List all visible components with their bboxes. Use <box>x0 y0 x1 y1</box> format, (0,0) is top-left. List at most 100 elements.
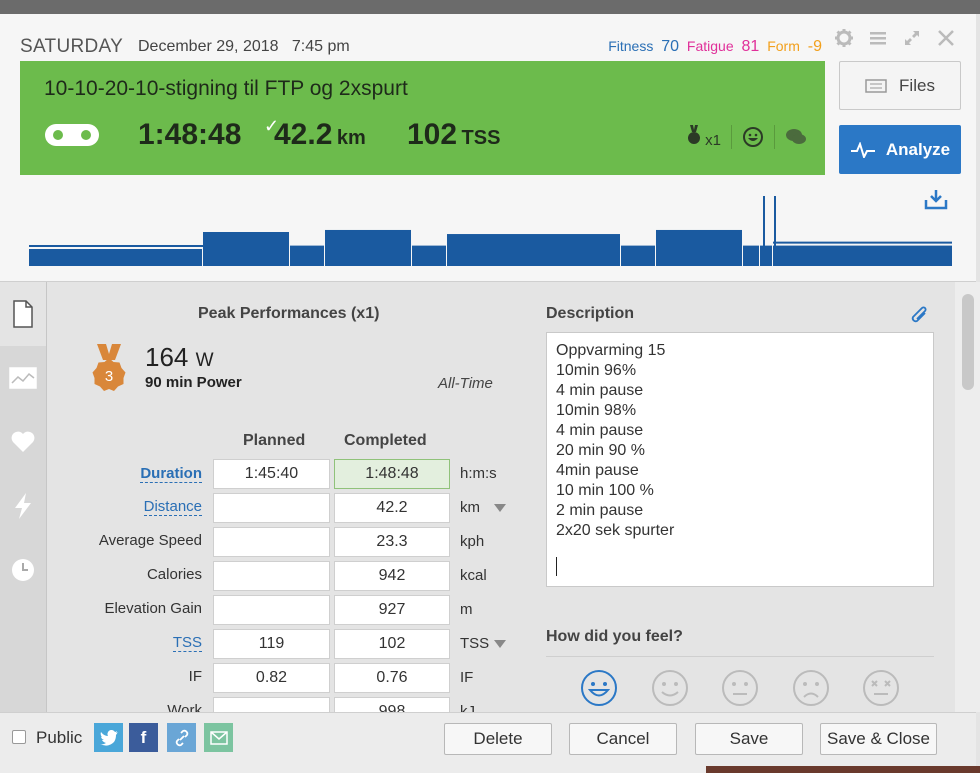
twitter-icon[interactable] <box>94 723 123 752</box>
fatigue-label: Fatigue <box>686 38 734 54</box>
tss-label[interactable]: TSS <box>172 634 202 652</box>
interval-bar[interactable] <box>447 234 620 266</box>
dead-face-icon[interactable] <box>862 669 900 707</box>
description-line: 4 min pause <box>556 382 644 399</box>
public-checkbox[interactable] <box>12 730 26 744</box>
date-time: December 29, 2018 7:45 pm <box>138 38 350 56</box>
fitness-value: 70 <box>661 38 680 55</box>
interval-bar[interactable] <box>773 245 952 266</box>
scrollbar[interactable] <box>955 282 980 712</box>
average-speed-completed-field[interactable]: 23.3 <box>334 527 450 557</box>
fitness-metrics: Fitness 70 Fatigue 81 Form -9 <box>604 38 822 56</box>
distance-label[interactable]: Distance <box>143 498 202 516</box>
bike-icon <box>45 124 99 146</box>
scrollbar-thumb[interactable] <box>962 294 974 390</box>
interval-bar[interactable] <box>412 245 446 266</box>
peak-value-number: 164 <box>145 342 189 372</box>
form-value: -9 <box>807 38 822 55</box>
interval-bar[interactable] <box>743 245 759 266</box>
chart-icon <box>9 367 37 389</box>
analyze-button[interactable]: Analyze <box>839 125 961 174</box>
window-controls <box>834 28 956 48</box>
description-line: 10 min 100 % <box>556 482 654 499</box>
interval-bar[interactable] <box>325 229 411 266</box>
email-icon[interactable] <box>204 723 233 752</box>
paperclip-icon[interactable] <box>908 304 930 328</box>
description-line: 10min 96% <box>556 362 637 379</box>
fitness-label: Fitness <box>608 38 654 54</box>
tab-history[interactable] <box>0 538 46 602</box>
cancel-button[interactable]: Cancel <box>569 723 677 755</box>
calories-unit: kcal <box>460 567 487 584</box>
tab-graphs[interactable] <box>0 346 46 410</box>
distance-completed-field[interactable]: 42.2 <box>334 493 450 523</box>
if-completed-field[interactable]: 0.76 <box>334 663 450 693</box>
save-button[interactable]: Save <box>695 723 803 755</box>
tss-value: 102 <box>407 118 458 151</box>
pulse-icon <box>850 141 875 158</box>
elevation-gain-label: Elevation Gain <box>104 600 202 617</box>
tab-power[interactable] <box>0 474 46 538</box>
workout-title[interactable]: 10-10-20-10-stigning til FTP og 2xspurt <box>44 77 408 101</box>
interval-bar[interactable] <box>621 245 655 266</box>
happy-face-icon[interactable] <box>651 669 689 707</box>
date-label: December 29, 2018 <box>138 38 279 55</box>
description-title: Description <box>546 305 635 322</box>
bolt-icon <box>15 493 31 519</box>
calories-completed-field[interactable]: 942 <box>334 561 450 591</box>
distance-unit: km <box>336 127 366 149</box>
duration-completed-field[interactable]: 1:48:48 <box>334 459 450 489</box>
workout-banner[interactable]: 10-10-20-10-stigning til FTP og 2xspurt … <box>20 61 825 175</box>
distance-stat: 42.2 km <box>274 118 366 152</box>
tss-unit: TSS <box>461 127 501 149</box>
analyze-label: Analyze <box>885 139 951 159</box>
distance-planned-field[interactable] <box>213 493 330 523</box>
files-button[interactable]: Files <box>839 61 961 110</box>
tss-planned-field[interactable]: 119 <box>213 629 330 659</box>
divider <box>731 125 732 149</box>
interval-bar[interactable] <box>760 245 772 266</box>
elevation-gain-completed-field[interactable]: 927 <box>334 595 450 625</box>
interval-bar[interactable] <box>290 245 324 266</box>
duration-label[interactable]: Duration <box>140 465 202 483</box>
divider <box>546 656 934 657</box>
if-unit: IF <box>460 669 474 686</box>
description-line: Oppvarming 15 <box>556 342 666 359</box>
interval-bar[interactable] <box>203 232 289 266</box>
description-textarea[interactable]: Oppvarming 15 10min 96% 4 min pause 10mi… <box>546 332 934 587</box>
tss-stat: 102 TSS <box>407 118 500 152</box>
delete-button[interactable]: Delete <box>444 723 552 755</box>
facebook-icon[interactable]: f <box>129 723 158 752</box>
files-icon <box>865 78 887 93</box>
close-icon[interactable] <box>936 28 956 48</box>
gear-icon[interactable] <box>834 28 854 48</box>
tss-completed-field[interactable]: 102 <box>334 629 450 659</box>
calories-planned-field[interactable] <box>213 561 330 591</box>
tss-unit: TSS <box>460 635 490 652</box>
elevation-gain-planned-field[interactable] <box>213 595 330 625</box>
description-line: 10min 98% <box>556 402 637 419</box>
peak-count[interactable]: x1 <box>687 125 721 149</box>
comments-icon[interactable] <box>785 127 807 147</box>
save-close-button[interactable]: Save & Close <box>820 723 937 755</box>
menu-icon[interactable] <box>868 28 888 48</box>
sad-face-icon[interactable] <box>792 669 830 707</box>
interval-bar[interactable] <box>656 229 742 266</box>
expand-icon[interactable] <box>902 28 922 48</box>
tab-summary[interactable] <box>0 282 46 346</box>
smiley-icon[interactable] <box>742 126 764 148</box>
tss-unit-dropdown[interactable] <box>494 640 506 648</box>
interval-chart[interactable] <box>29 194 952 266</box>
neutral-face-icon[interactable] <box>721 669 759 707</box>
medal-rank: 3 <box>105 368 113 385</box>
fatigue-value: 81 <box>741 38 760 55</box>
distance-unit: km <box>460 499 480 516</box>
duration-planned-field[interactable]: 1:45:40 <box>213 459 330 489</box>
link-icon[interactable] <box>167 723 196 752</box>
distance-unit-dropdown[interactable] <box>494 504 506 512</box>
if-planned-field[interactable]: 0.82 <box>213 663 330 693</box>
tab-heart-rate[interactable] <box>0 410 46 474</box>
very-happy-face-icon[interactable] <box>580 669 618 707</box>
average-speed-planned-field[interactable] <box>213 527 330 557</box>
interval-bar[interactable] <box>29 249 202 266</box>
